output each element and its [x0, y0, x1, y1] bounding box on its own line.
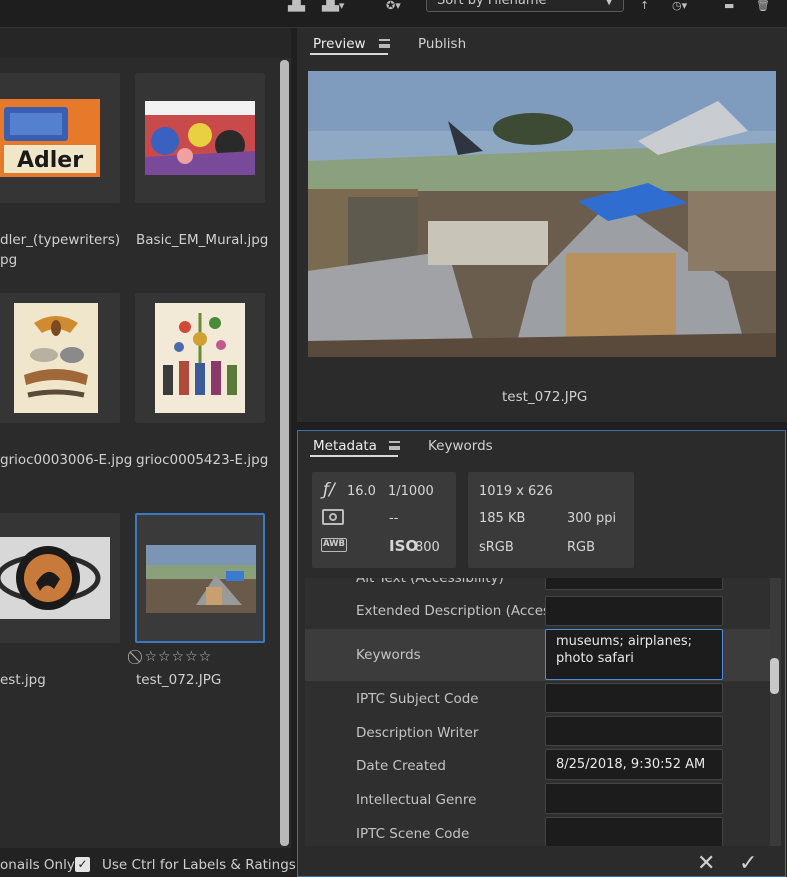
- field-row: IPTC Scene Code: [305, 817, 770, 846]
- field-row: Date Created 8/25/2018, 9:30:52 AM: [305, 749, 770, 783]
- dimensions-value: 1019 x 626: [479, 484, 553, 499]
- metadata-scrollbar-thumb[interactable]: [770, 658, 779, 694]
- filter-icon[interactable]: ▟▙▾: [322, 0, 344, 12]
- ctrl-labels-label: Use Ctrl for Labels & Ratings: [102, 857, 296, 873]
- extended-description-input[interactable]: [545, 596, 723, 626]
- white-balance-icon: AWB: [321, 538, 347, 552]
- content-scrollbar[interactable]: [280, 60, 289, 846]
- thumbnail-card[interactable]: Adler: [0, 73, 120, 203]
- resolution-value: 300 ppi: [567, 511, 617, 526]
- thumbnail-label: test_072.JPG: [136, 672, 222, 688]
- field-row: Intellectual Genre: [305, 783, 770, 817]
- metering-icon: [322, 509, 344, 525]
- thumbnail-image: [0, 537, 110, 619]
- thumbnail-image: [14, 303, 98, 413]
- alt-text-input[interactable]: [545, 578, 723, 590]
- field-label: IPTC Scene Code: [356, 826, 470, 842]
- tab-keywords[interactable]: Keywords: [428, 438, 493, 454]
- field-label: IPTC Subject Code: [356, 691, 479, 707]
- trash-icon[interactable]: 🗑: [756, 0, 770, 12]
- thumbnail-image: [155, 303, 245, 413]
- iptc-scene-code-input[interactable]: [545, 817, 723, 846]
- field-row-keywords: Keywords museums; airplanes; photo safar…: [305, 629, 770, 681]
- thumbnail-label: pg: [0, 252, 18, 268]
- thumbnail-label: dler_(typewriters): [0, 232, 121, 248]
- thumbnail-card[interactable]: [0, 293, 120, 423]
- thumbnail-card[interactable]: [135, 293, 265, 423]
- metering-value: --: [389, 511, 399, 526]
- bridge-window: ▟▙ ▟▙▾ ✪▾ Sort by Filename ▼ ↑ ◷▾ ▬ 🗑 Ad…: [0, 0, 787, 877]
- svg-text:Adler: Adler: [17, 148, 83, 173]
- preview-caption: test_072.JPG: [502, 389, 588, 405]
- thumbnail-card[interactable]: [135, 73, 265, 203]
- new-folder-icon[interactable]: ▬: [724, 0, 734, 12]
- iso-label: ISO: [389, 537, 419, 555]
- rating-filter-icon[interactable]: ✪▾: [386, 0, 401, 12]
- menu-icon[interactable]: [379, 39, 390, 48]
- tab-active-indicator: [310, 53, 388, 55]
- preview-image: [308, 71, 776, 357]
- thumbnail-quality-icon[interactable]: ▟▙: [288, 0, 305, 12]
- checkmark-icon[interactable]: ✓: [739, 853, 757, 875]
- recent-files-icon[interactable]: ◷▾: [672, 0, 687, 12]
- thumbnail-card-selected[interactable]: [135, 513, 265, 643]
- close-icon[interactable]: ✕: [697, 853, 715, 875]
- shutter-value: 1/1000: [388, 484, 434, 499]
- aperture-icon: ƒ/: [323, 480, 335, 500]
- thumbnail-label: grioc0003006-E.jpg: [0, 452, 133, 468]
- color-mode-value: RGB: [567, 540, 596, 555]
- metadata-scrollbar-track[interactable]: [770, 578, 781, 846]
- description-writer-input[interactable]: [545, 716, 723, 746]
- tab-metadata[interactable]: Metadata: [313, 438, 377, 454]
- tab-publish[interactable]: Publish: [418, 36, 466, 52]
- thumbnail-image: Adler: [0, 99, 100, 177]
- menu-icon[interactable]: [389, 441, 400, 450]
- aperture-value: 16.0: [347, 484, 376, 499]
- thumbnail-card[interactable]: [0, 513, 120, 643]
- toolbar: ▟▙ ▟▙▾ ✪▾ Sort by Filename ▼ ↑ ◷▾ ▬ 🗑: [0, 0, 787, 28]
- field-label: Keywords: [356, 647, 421, 663]
- thumbnail-image: [146, 545, 256, 613]
- tab-preview[interactable]: Preview: [313, 36, 366, 52]
- field-row: Description Writer: [305, 715, 770, 749]
- sort-dropdown[interactable]: Sort by Filename ▼: [426, 0, 624, 12]
- field-row: Alt Text (Accessibility): [305, 578, 770, 594]
- date-created-input[interactable]: 8/25/2018, 9:30:52 AM: [545, 749, 723, 780]
- tab-active-indicator: [310, 455, 398, 457]
- metadata-fields: Alt Text (Accessibility) Extended Descri…: [305, 578, 770, 846]
- field-label: Date Created: [356, 758, 446, 774]
- keywords-input[interactable]: museums; airplanes; photo safari: [545, 629, 723, 680]
- color-profile-value: sRGB: [479, 540, 514, 555]
- file-size-value: 185 KB: [479, 511, 526, 526]
- intellectual-genre-input[interactable]: [545, 783, 723, 814]
- field-label: Intellectual Genre: [356, 792, 477, 808]
- rating-stars[interactable]: ⃠ ☆☆☆☆☆: [138, 649, 212, 665]
- field-row: Extended Description (Acces...: [305, 594, 770, 628]
- thumbnail-label: grioc0005423-E.jpg: [136, 452, 269, 468]
- content-header: [0, 28, 291, 58]
- field-label: Description Writer: [356, 725, 479, 741]
- field-label: Alt Text (Accessibility): [356, 578, 504, 586]
- sort-direction-icon[interactable]: ↑: [640, 0, 649, 12]
- ctrl-labels-checkbox[interactable]: ✓: [75, 857, 90, 872]
- thumbnail-image: [145, 101, 255, 175]
- iptc-subject-code-input[interactable]: [545, 683, 723, 713]
- chevron-down-icon: ▼: [605, 0, 613, 7]
- sort-dropdown-label: Sort by Filename: [437, 0, 547, 8]
- thumbnail-label: Basic_EM_Mural.jpg: [136, 232, 269, 248]
- iso-value: 800: [415, 540, 440, 555]
- field-row: IPTC Subject Code: [305, 681, 770, 715]
- thumbnails-only-label: onails Only: [0, 857, 75, 873]
- thumbnail-label: est.jpg: [0, 672, 46, 688]
- field-label: Extended Description (Acces...: [356, 603, 563, 619]
